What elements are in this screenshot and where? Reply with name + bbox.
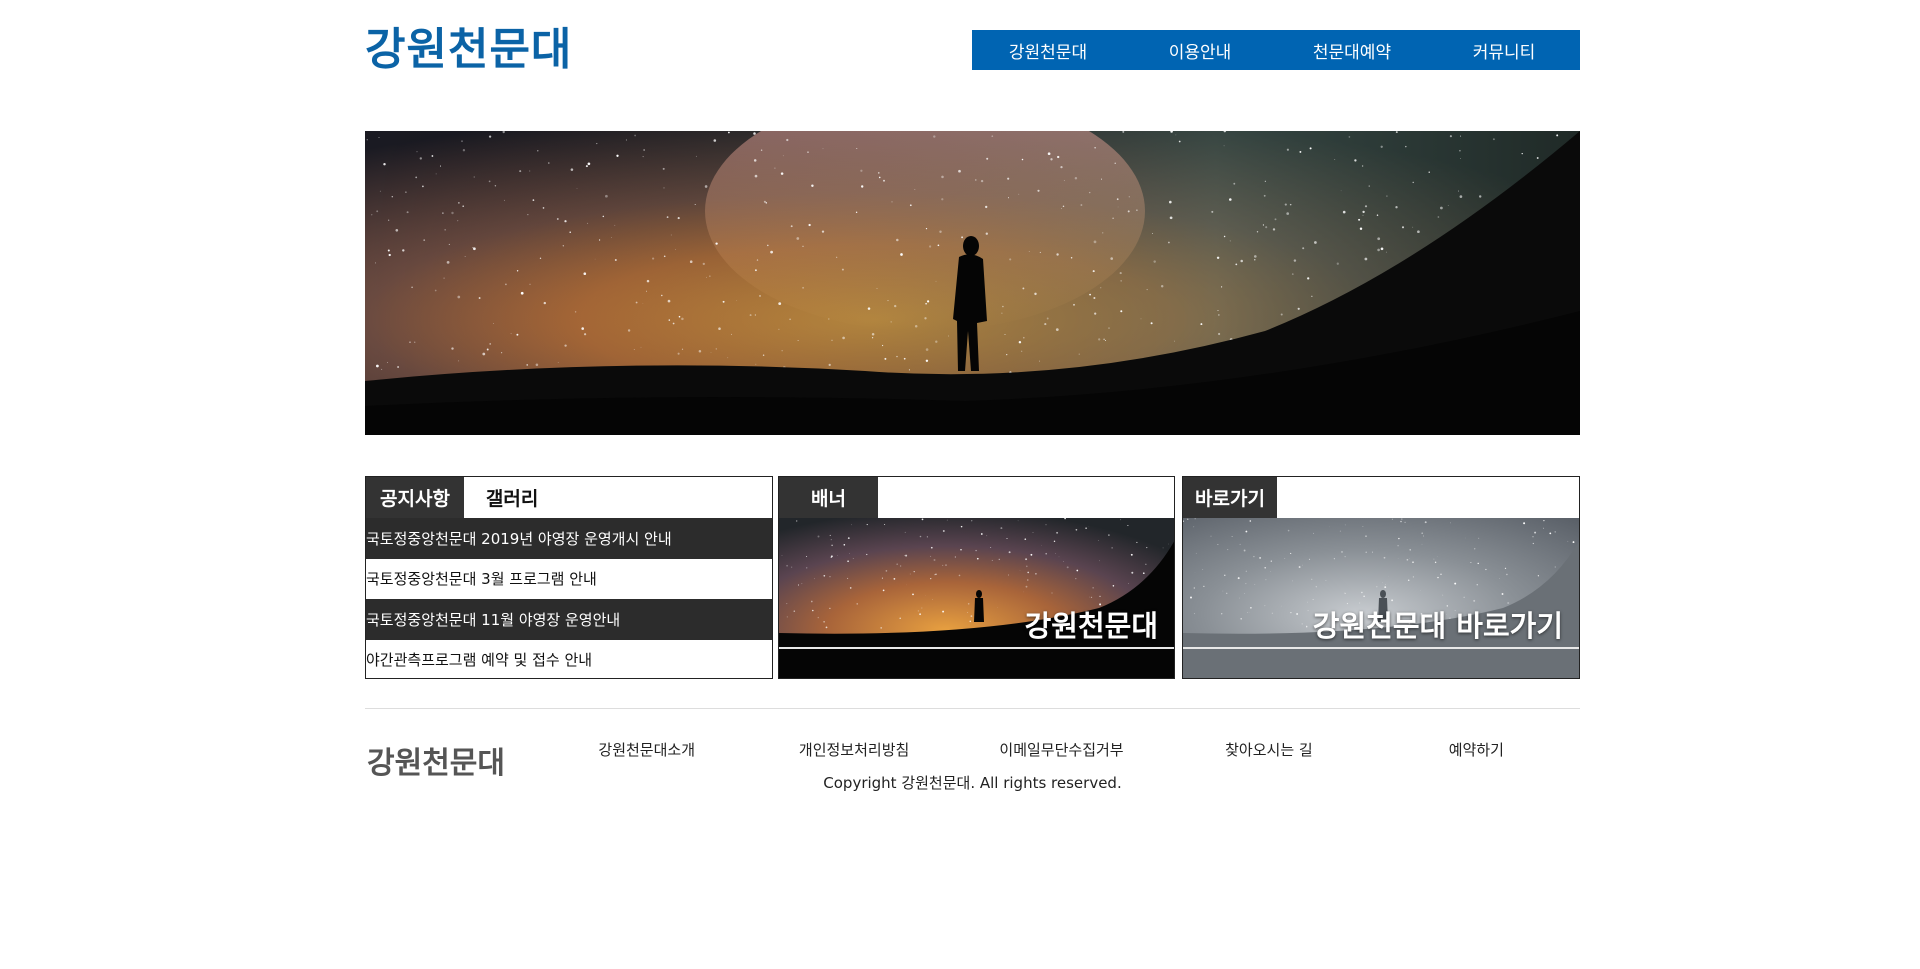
nav-item-guide[interactable]: 이용안내: [1124, 30, 1276, 70]
footer-link-privacy[interactable]: 개인정보처리방침: [750, 739, 957, 760]
footer-link-directions[interactable]: 찾아오시는 길: [1165, 739, 1372, 760]
banner-divider: [779, 647, 1174, 649]
notice-panel: 공지사항 갤러리 국토정중앙천문대 2019년 야영장 운영개시 안내 국토정중…: [365, 476, 773, 679]
banner-thumbnail[interactable]: 강원천문대: [779, 518, 1174, 678]
footer-links: 강원천문대소개 개인정보처리방침 이메일무단수집거부 찾아오시는 길 예약하기: [543, 739, 1580, 760]
shortcut-sky-image: [1183, 518, 1579, 678]
tab-banner[interactable]: 배너: [779, 477, 878, 518]
tab-gallery[interactable]: 갤러리: [463, 477, 553, 518]
banner-panel: 배너 강원천문대: [778, 476, 1175, 679]
shortcut-thumbnail[interactable]: 강원천문대 바로가기: [1183, 518, 1579, 678]
night-sky-illustration: [365, 131, 1580, 435]
site-logo[interactable]: 강원천문대: [365, 22, 572, 78]
main-nav: 강원천문대 이용안내 천문대예약 커뮤니티: [972, 30, 1580, 70]
footer-link-reservation[interactable]: 예약하기: [1373, 739, 1580, 760]
nav-item-community[interactable]: 커뮤니티: [1428, 30, 1580, 70]
list-item[interactable]: 국토정중앙천문대 3월 프로그램 안내: [366, 558, 772, 599]
shortcut-panel: 바로가기 강원천문대 바로가기: [1182, 476, 1580, 679]
notice-tabs: 공지사항 갤러리: [366, 477, 772, 518]
tab-shortcut[interactable]: 바로가기: [1183, 477, 1277, 518]
footer-divider: [365, 708, 1580, 709]
shortcut-divider: [1183, 647, 1579, 649]
list-item[interactable]: 국토정중앙천문대 2019년 야영장 운영개시 안내: [366, 518, 772, 559]
list-item[interactable]: 야간관측프로그램 예약 및 접수 안내: [366, 639, 772, 678]
shortcut-caption: 강원천문대 바로가기: [1312, 609, 1563, 643]
footer-link-email-policy[interactable]: 이메일무단수집거부: [958, 739, 1165, 760]
banner-tabs: 배너: [779, 477, 1174, 518]
banner-caption: 강원천문대: [1024, 609, 1158, 643]
notice-list: 국토정중앙천문대 2019년 야영장 운영개시 안내 국토정중앙천문대 3월 프…: [366, 518, 772, 678]
tab-notice[interactable]: 공지사항: [366, 477, 464, 518]
copyright-text: Copyright 강원천문대. All rights reserved.: [823, 774, 1122, 792]
banner-sky-image: [779, 518, 1174, 678]
list-item[interactable]: 국토정중앙천문대 11월 야영장 운영안내: [366, 599, 772, 640]
hero-image: [365, 131, 1580, 435]
nav-item-observatory[interactable]: 강원천문대: [972, 30, 1124, 70]
shortcut-tabs: 바로가기: [1183, 477, 1579, 518]
footer-link-about[interactable]: 강원천문대소개: [543, 739, 750, 760]
nav-item-reservation[interactable]: 천문대예약: [1276, 30, 1428, 70]
